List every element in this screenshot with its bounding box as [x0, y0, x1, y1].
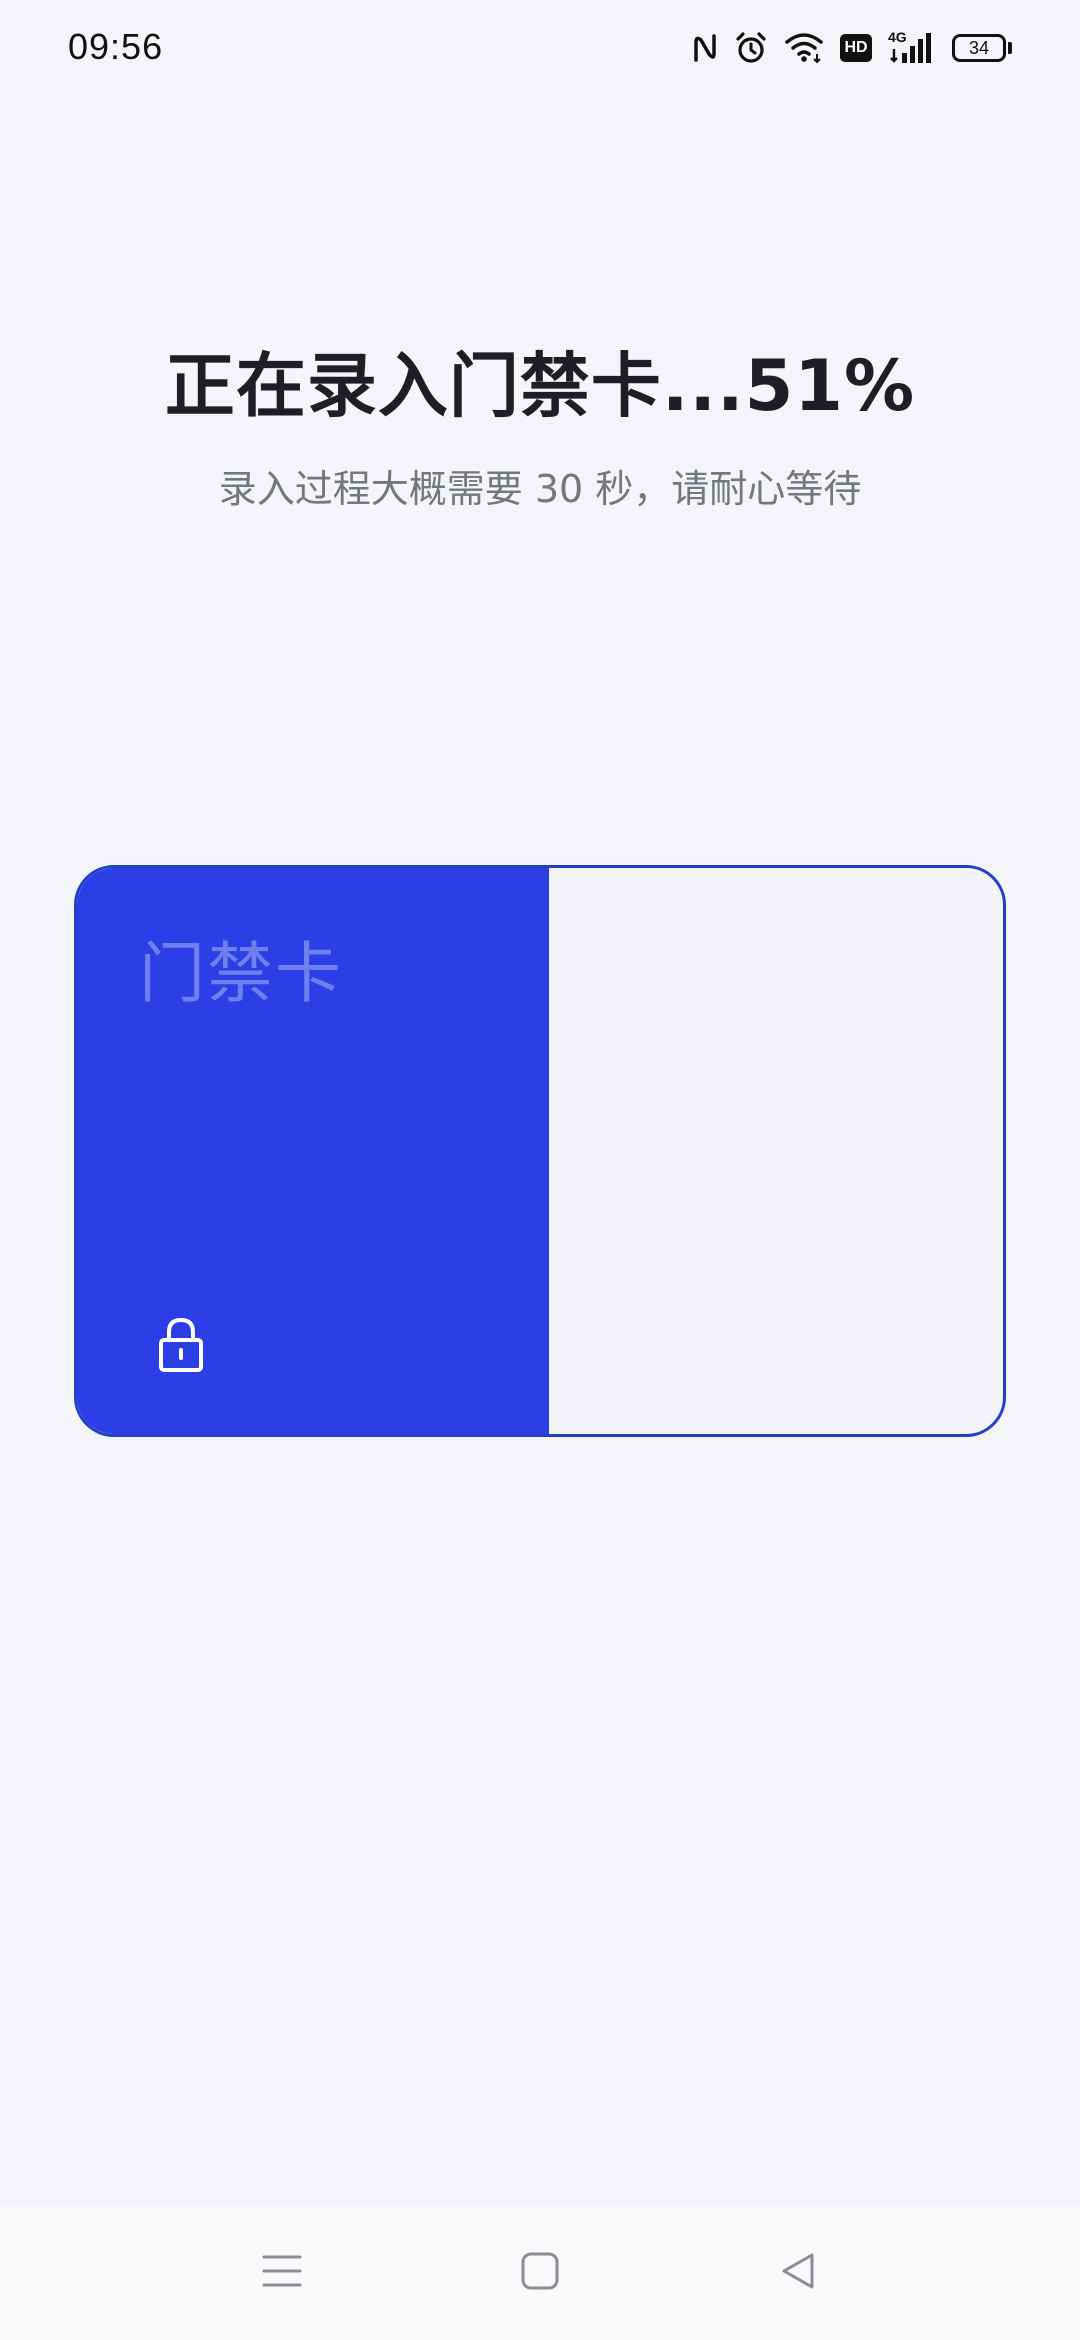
home-button[interactable]	[480, 2205, 600, 2340]
status-icons: HD 4G 34	[692, 24, 1012, 72]
battery-tip	[1008, 42, 1012, 54]
page-title: 正在录入门禁卡...51%	[164, 345, 916, 427]
status-time: 09:56	[68, 26, 164, 67]
status-bar: 09:56 HD 4G 34	[0, 0, 1080, 96]
card-progress-fill: 门禁卡	[77, 868, 550, 1434]
network-label: 4G	[888, 29, 907, 45]
cellular-4g-icon: 4G	[888, 29, 936, 65]
hd-label: HD	[844, 39, 868, 56]
alarm-icon	[734, 31, 768, 65]
battery-level: 34	[952, 34, 1006, 62]
page-subtitle: 录入过程大概需要 30 秒，请耐心等待	[218, 467, 862, 511]
battery-icon: 34	[952, 34, 1012, 62]
navigation-bar	[0, 2205, 1080, 2340]
wifi-icon	[784, 32, 824, 64]
back-button[interactable]	[738, 2205, 858, 2340]
menu-icon	[262, 2253, 302, 2293]
home-icon	[520, 2251, 560, 2295]
menu-button[interactable]	[222, 2205, 342, 2340]
nfc-icon	[692, 32, 718, 64]
card-label: 门禁卡	[139, 935, 343, 1012]
back-icon	[778, 2251, 818, 2295]
access-card: 门禁卡	[74, 865, 1006, 1437]
lock-icon	[157, 1316, 205, 1378]
hd-icon: HD	[840, 34, 872, 62]
